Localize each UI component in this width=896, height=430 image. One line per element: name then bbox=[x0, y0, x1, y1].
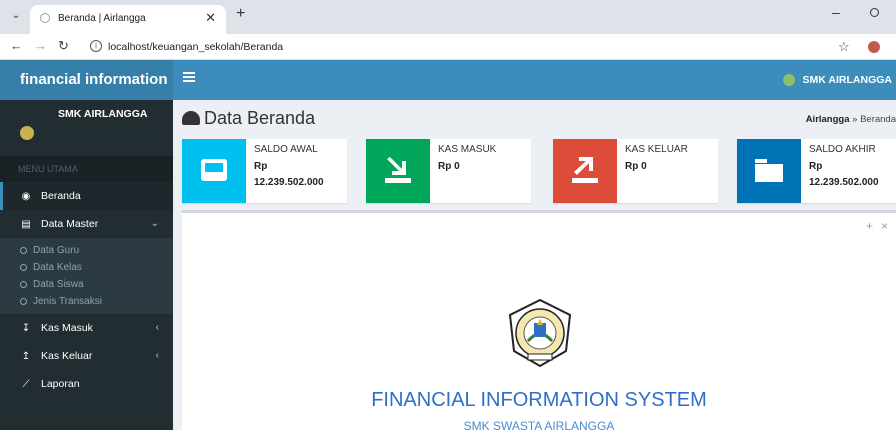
info-box-value: Rp 0 bbox=[625, 161, 647, 172]
sidebar-item-laporan[interactable]: ⟋ Laporan bbox=[0, 370, 173, 398]
arrow-up-icon: ↥ bbox=[21, 351, 31, 362]
avatar bbox=[782, 74, 795, 87]
favicon-icon bbox=[40, 13, 50, 23]
info-box-label: SALDO AWAL bbox=[254, 144, 318, 155]
sidebar-item-kas-masuk[interactable]: ↧ Kas Masuk ‹ bbox=[0, 314, 173, 342]
tab-title: Beranda | Airlangga bbox=[58, 13, 146, 24]
info-box-label: KAS KELUAR bbox=[625, 144, 688, 155]
sidebar-subitem-jenis-transaksi[interactable]: Jenis Transaksi bbox=[0, 293, 173, 310]
expand-icon[interactable]: + bbox=[866, 219, 873, 233]
chevron-left-icon: ‹ bbox=[155, 350, 159, 361]
back-icon[interactable]: ← bbox=[10, 38, 23, 53]
school-logo-icon bbox=[20, 126, 34, 140]
close-icon[interactable]: × bbox=[881, 219, 888, 233]
url-text: localhost/keuangan_sekolah/Beranda bbox=[108, 41, 284, 53]
info-box-saldo-akhir: SALDO AKHIR Rp 12.239.502.000 bbox=[737, 139, 896, 203]
info-box-value: Rp 12.239.502.000 bbox=[254, 161, 324, 188]
database-icon: ▤ bbox=[21, 219, 31, 230]
circle-icon bbox=[20, 298, 27, 305]
breadcrumb-home[interactable]: Airlangga bbox=[806, 114, 850, 125]
dashboard-icon bbox=[182, 111, 200, 125]
new-tab-icon[interactable]: + bbox=[236, 5, 245, 23]
info-box-label: KAS MASUK bbox=[438, 144, 497, 155]
main-box: + × FINANCIAL INFORMATION SYSTEM SMK SWAS… bbox=[182, 210, 896, 430]
url-input[interactable]: i localhost/keuangan_sekolah/Beranda bbox=[84, 37, 844, 57]
window-restore-icon[interactable] bbox=[870, 8, 879, 17]
box-tools: + × bbox=[858, 219, 888, 233]
breadcrumb-current: Beranda bbox=[860, 114, 896, 125]
sidebar-toggle-icon[interactable] bbox=[183, 72, 195, 84]
chevron-left-icon: ‹ bbox=[155, 322, 159, 333]
dashboard-icon: ◉ bbox=[21, 191, 31, 202]
brand-logo[interactable]: financial information bbox=[0, 60, 173, 100]
app-header: financial information SMK AIRLANGGA bbox=[0, 60, 896, 100]
bookmark-star-icon[interactable]: ☆ bbox=[838, 39, 850, 55]
breadcrumb-separator: » bbox=[852, 114, 858, 125]
address-bar: ← → ↻ i localhost/keuangan_sekolah/Beran… bbox=[0, 34, 896, 60]
info-box-value: Rp 0 bbox=[438, 161, 460, 172]
sidebar-item-data-master[interactable]: ▤ Data Master ⌄ bbox=[0, 210, 173, 238]
system-heading: FINANCIAL INFORMATION SYSTEM bbox=[371, 389, 707, 411]
data-master-submenu: Data Guru Data Kelas Data Siswa Jenis Tr… bbox=[0, 238, 173, 314]
system-subheading: SMK SWASTA AIRLANGGA bbox=[463, 419, 615, 430]
arrow-down-icon: ↧ bbox=[21, 323, 31, 334]
content-header: Data Beranda Airlangga » Beranda bbox=[182, 108, 896, 132]
window-minimize-icon[interactable]: – bbox=[832, 4, 840, 20]
sidebar-subitem-data-siswa[interactable]: Data Siswa bbox=[0, 276, 173, 293]
sidebar-item-beranda[interactable]: ◉ Beranda bbox=[0, 182, 173, 210]
info-box-value: Rp 12.239.502.000 bbox=[809, 161, 879, 188]
sidebar-subitem-data-kelas[interactable]: Data Kelas bbox=[0, 259, 173, 276]
sidebar-item-kas-keluar[interactable]: ↥ Kas Keluar ‹ bbox=[0, 342, 173, 370]
reload-icon[interactable]: ↻ bbox=[58, 38, 69, 54]
line-chart-icon: ⟋ bbox=[22, 379, 30, 390]
user-name: SMK AIRLANGGA bbox=[802, 74, 892, 86]
menu-header: MENU UTAMA bbox=[0, 156, 173, 182]
forward-icon[interactable]: → bbox=[34, 38, 47, 53]
info-box-kas-masuk: KAS MASUK Rp 0 bbox=[366, 139, 531, 203]
circle-icon bbox=[20, 281, 27, 288]
circle-icon bbox=[20, 247, 27, 254]
browser-tabbar: ⌄ Beranda | Airlangga ✕ + – bbox=[0, 0, 896, 34]
user-menu[interactable]: SMK AIRLANGGA bbox=[782, 60, 896, 100]
download-icon bbox=[366, 139, 430, 203]
sidebar-user-panel: SMK AIRLANGGA bbox=[0, 100, 173, 156]
browser-tab[interactable]: Beranda | Airlangga ✕ bbox=[30, 5, 226, 34]
sidebar: SMK AIRLANGGA MENU UTAMA ◉ Beranda ▤ Data … bbox=[0, 100, 173, 430]
breadcrumb: Airlangga » Beranda bbox=[806, 114, 896, 125]
page-title: Data Beranda bbox=[182, 108, 315, 129]
info-box-saldo-awal: SALDO AWAL Rp 12.239.502.000 bbox=[182, 139, 347, 203]
site-info-icon[interactable]: i bbox=[90, 40, 102, 52]
upload-icon bbox=[553, 139, 617, 203]
info-box-kas-keluar: KAS KELUAR Rp 0 bbox=[553, 139, 718, 203]
tab-close-icon[interactable]: ✕ bbox=[205, 10, 216, 26]
circle-icon bbox=[20, 264, 27, 271]
tab-search-dropdown-icon[interactable]: ⌄ bbox=[6, 6, 26, 26]
chevron-down-icon: ⌄ bbox=[150, 218, 159, 229]
folder-icon bbox=[737, 139, 801, 203]
sidebar-subitem-data-guru[interactable]: Data Guru bbox=[0, 242, 173, 259]
profile-icon[interactable] bbox=[868, 41, 880, 53]
sidebar-school-name: SMK AIRLANGGA bbox=[58, 108, 148, 120]
inbox-icon bbox=[182, 139, 246, 203]
info-box-label: SALDO AKHIR bbox=[809, 144, 876, 155]
school-seal-logo bbox=[508, 298, 572, 368]
